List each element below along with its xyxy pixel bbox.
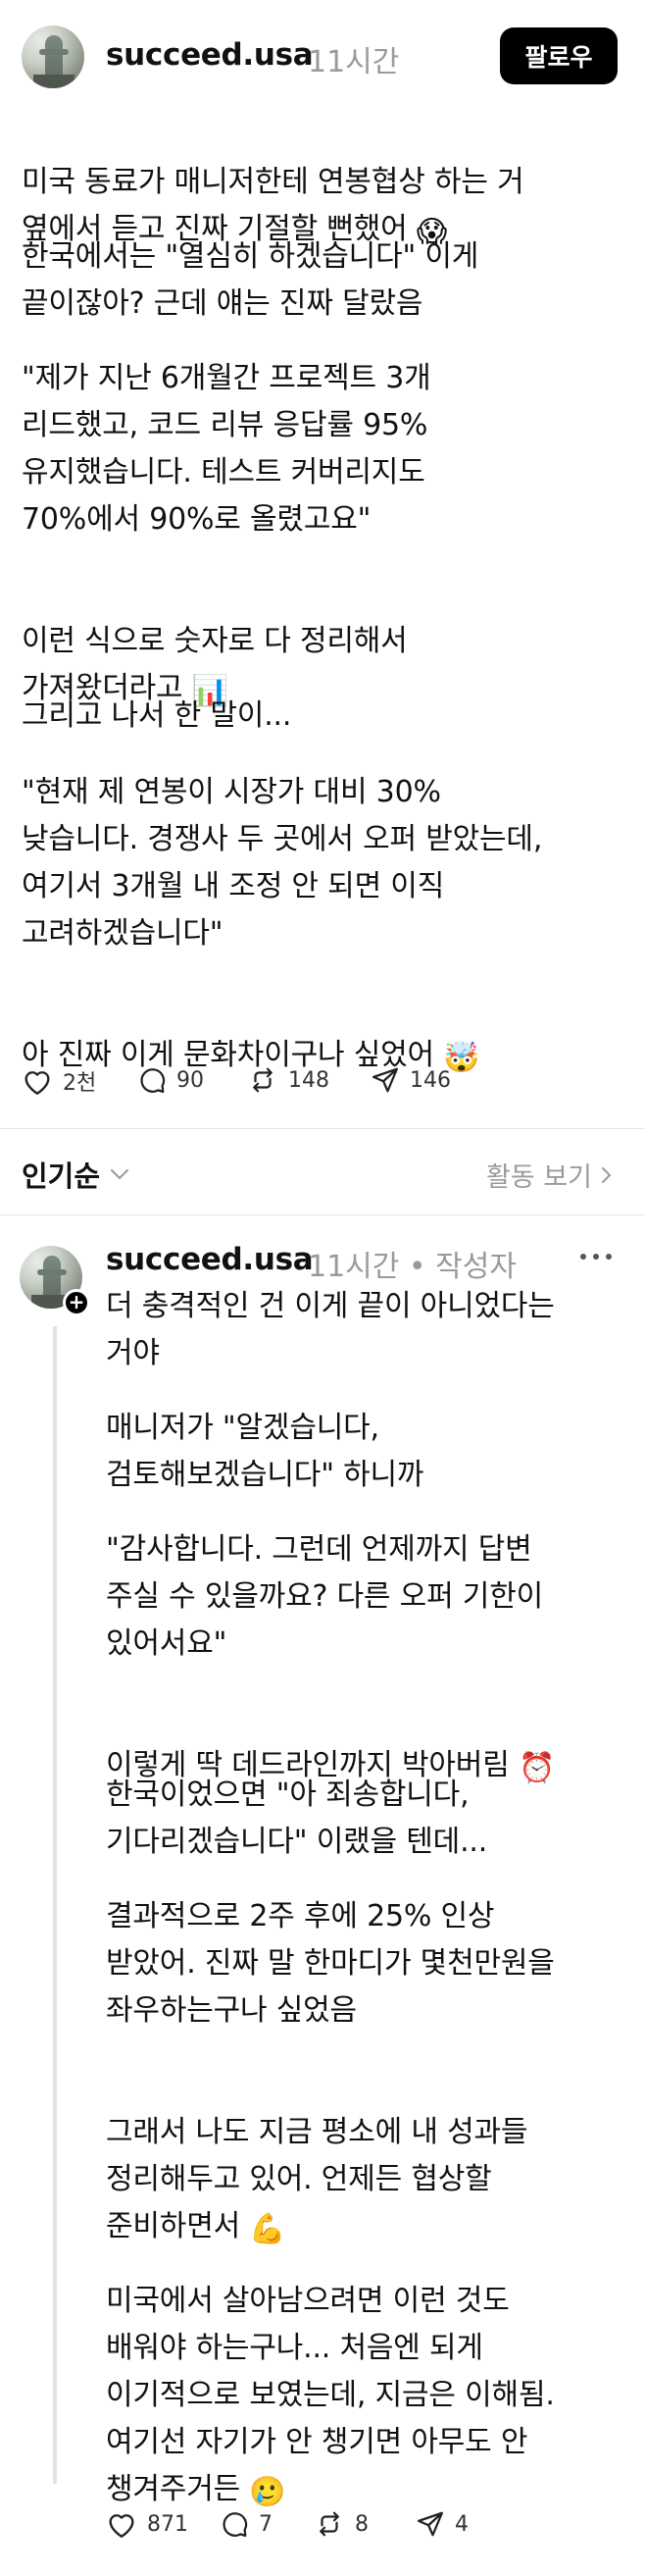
reply-comment-count: 7 (259, 2511, 273, 2537)
post-header: succeed.usa 11시간 팔로우 (0, 0, 645, 116)
reply-paragraph: 매니저가 "알겠습니다, 검토해보겠습니다" 하니까 (106, 1411, 424, 1492)
threads-page: succeed.usa 11시간 팔로우 미국 동료가 매니저한테 연봉협상 하… (0, 0, 645, 2576)
activity-label: 활동 보기 (486, 1162, 592, 1193)
view-activity-link[interactable]: 활동 보기 (486, 1156, 612, 1194)
reply-share-button[interactable]: 4 (416, 2509, 469, 2539)
heart-icon (109, 2514, 134, 2538)
comment-count: 90 (176, 1067, 204, 1093)
divider (0, 1128, 645, 1129)
reply-paragraph: 더 충격적인 건 이게 끝이 아니었다는 거야 (106, 1289, 555, 1370)
share-button[interactable]: 146 (371, 1065, 451, 1095)
send-icon (372, 1067, 398, 1093)
follow-button[interactable]: 팔로우 (500, 27, 618, 84)
thread-line (53, 1326, 57, 2484)
follow-plus-icon[interactable]: + (63, 1289, 90, 1316)
post-paragraph: 그리고 나서 한 말이... (22, 698, 292, 733)
post-paragraph: 미국 동료가 매니저한테 연봉협상 하는 거 옆에서 듣고 진짜 기절할 뻔했어… (22, 165, 524, 249)
avatar[interactable] (22, 26, 84, 88)
reply-username[interactable]: succeed.usa (106, 1242, 314, 1277)
like-button[interactable]: 2천 (22, 1065, 96, 1097)
reply-paragraph: 그래서 나도 지금 평소에 내 성과들 정리해두고 있어. 언제든 협상할 준비… (106, 2115, 528, 2246)
more-options-icon[interactable] (578, 1252, 614, 1262)
like-count: 2천 (63, 1071, 97, 1096)
post-paragraph: 이런 식으로 숫자로 다 정리해서 가져왔더라고 📊 (22, 624, 408, 708)
send-icon (418, 2511, 443, 2537)
divider (0, 1214, 645, 1215)
reply-time-author: 11시간 • 작성자 (308, 1250, 517, 1284)
post-paragraph: "제가 지난 6개월간 프로젝트 3개 리드했고, 코드 리뷰 응답률 95% … (22, 361, 431, 537)
heart-icon (25, 1071, 50, 1095)
alarm-clock-emoji-icon: ⏰ (518, 1751, 556, 1785)
sort-label: 인기순 (22, 1159, 101, 1193)
speech-bubble-icon (223, 2512, 248, 2537)
repost-icon (253, 1067, 273, 1093)
reply-paragraph: 한국이었으면 "아 죄송합니다, 기다리겠습니다" 이랬을 텐데... (106, 1777, 488, 1859)
post-username[interactable]: succeed.usa (106, 37, 314, 73)
reply-paragraph: 결과적으로 2주 후에 25% 인상 받았어. 진짜 말 한마디가 몇천만원을 … (106, 1899, 555, 2028)
reply-avatar[interactable]: + (20, 1246, 90, 1316)
speech-bubble-icon (140, 1068, 166, 1093)
comment-button[interactable]: 90 (137, 1065, 204, 1095)
post-paragraph: 한국에서는 "열심히 하겠습니다" 이게 끝이잖아? 근데 얘는 진짜 달랐음 (22, 239, 479, 321)
repost-icon (320, 2511, 339, 2537)
chevron-right-icon (602, 1166, 612, 1183)
repost-count: 148 (288, 1067, 329, 1093)
reply-share-count: 4 (455, 2511, 469, 2537)
reply-like-button[interactable]: 871 (106, 2509, 188, 2539)
reply-repost-count: 8 (355, 2511, 369, 2537)
reply-paragraph: 미국에서 살아남으려면 이런 것도 배워야 하는구나... 처음엔 되게 이기적… (106, 2284, 555, 2509)
reply-like-count: 871 (147, 2511, 188, 2537)
repost-button[interactable]: 148 (247, 1065, 329, 1095)
reply-paragraph: "감사합니다. 그런데 언제까지 답변 주실 수 있을까요? 다른 오퍼 기한이… (106, 1532, 544, 1661)
reply-repost-button[interactable]: 8 (314, 2509, 369, 2539)
post-paragraph: "현재 제 연봉이 시장가 대비 30% 낮습니다. 경쟁사 두 곳에서 오퍼 … (22, 775, 543, 951)
smiling-tear-emoji-icon: 🥲 (249, 2475, 286, 2509)
share-count: 146 (410, 1067, 451, 1093)
reply-comment-button[interactable]: 7 (220, 2509, 273, 2539)
post-time: 11시간 (308, 45, 400, 79)
sort-dropdown[interactable]: 인기순 (22, 1154, 129, 1195)
chevron-down-icon (111, 1169, 129, 1180)
